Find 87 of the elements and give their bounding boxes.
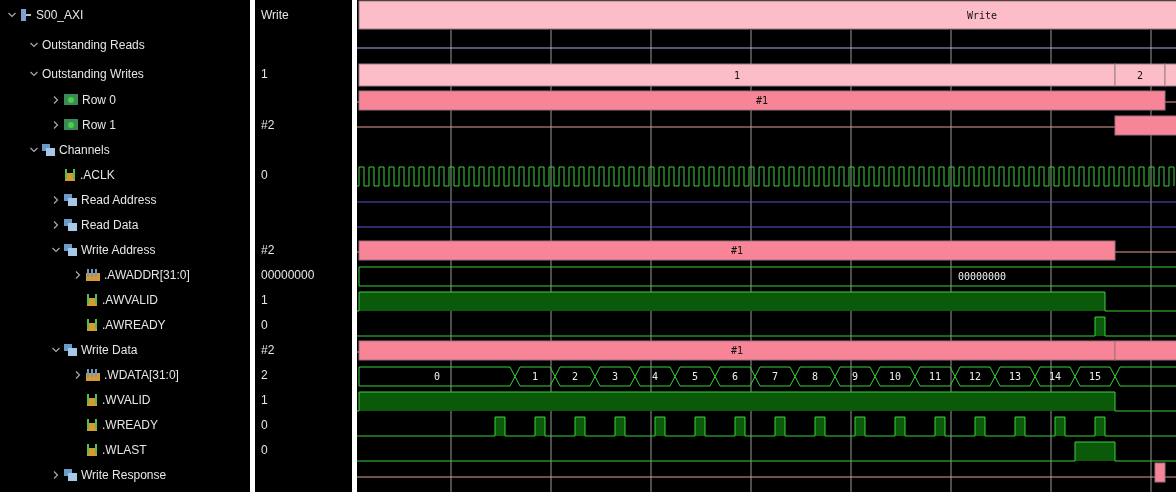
- bus-value: 9: [852, 371, 858, 382]
- interface-icon: [20, 9, 32, 21]
- signal-icon: [86, 293, 98, 306]
- signal-icon: [86, 443, 98, 456]
- row-icon: [64, 119, 78, 130]
- signal-name[interactable]: Write Data: [81, 342, 138, 357]
- group-icon: [42, 143, 55, 156]
- count-label: 1: [734, 70, 740, 81]
- group-icon: [64, 218, 77, 231]
- chevron-right-icon[interactable]: [74, 370, 82, 379]
- transaction-label: #1: [731, 245, 743, 256]
- bus-value: 13: [1009, 371, 1021, 382]
- signal-value: 1: [260, 292, 268, 307]
- signal-name[interactable]: .WLAST: [102, 442, 147, 457]
- signal-icon: [64, 168, 76, 181]
- signal-value: 00000000: [260, 267, 315, 282]
- chevron-right-icon[interactable]: [74, 270, 82, 279]
- chevron-down-icon[interactable]: [30, 41, 38, 49]
- bus-value: 6: [732, 371, 738, 382]
- signal-name[interactable]: Channels: [59, 142, 110, 157]
- signal-name[interactable]: Outstanding Writes: [42, 66, 144, 81]
- chevron-right-icon[interactable]: [52, 120, 60, 129]
- bus-value: 8: [812, 371, 818, 382]
- signal-icon: [86, 318, 98, 331]
- signal-value: #2: [260, 242, 275, 257]
- bus-value: 0: [434, 371, 440, 382]
- signal-name[interactable]: Write Address: [81, 242, 156, 257]
- chevron-down-icon[interactable]: [8, 11, 16, 19]
- bus-value: 3: [612, 371, 618, 382]
- signal-value: #2: [260, 117, 275, 132]
- signal-value: 0: [260, 442, 268, 457]
- bus-value: 12: [969, 371, 981, 382]
- count-label: 2: [1137, 70, 1143, 81]
- signal-name[interactable]: Outstanding Reads: [42, 38, 145, 52]
- transaction-label: #1: [756, 95, 768, 106]
- chevron-right-icon[interactable]: [52, 195, 60, 204]
- signal-name[interactable]: .AWADDR[31:0]: [104, 267, 190, 282]
- bus-value: 1: [532, 371, 538, 382]
- signal-name[interactable]: S00_AXI: [36, 8, 84, 22]
- bus-value: 2: [572, 371, 578, 382]
- signal-name[interactable]: .AWVALID: [102, 292, 158, 307]
- signal-value: Write: [260, 8, 289, 22]
- signal-name[interactable]: .WVALID: [102, 392, 151, 407]
- transaction-label: Write: [966, 10, 998, 21]
- group-icon: [64, 468, 77, 481]
- bus-value: 5: [692, 371, 698, 382]
- signal-name[interactable]: Row 1: [82, 117, 116, 132]
- bus-value: 15: [1089, 371, 1101, 382]
- transaction-bar: [1114, 115, 1176, 136]
- bus-value: 10: [889, 371, 901, 382]
- bus-value: 4: [652, 371, 658, 382]
- bus-icon: [86, 368, 100, 381]
- signal-name[interactable]: .AWREADY: [102, 317, 166, 332]
- group-icon: [64, 193, 77, 206]
- chevron-right-icon[interactable]: [52, 95, 60, 104]
- signal-value: 0: [260, 167, 268, 182]
- bus-icon: [86, 268, 100, 281]
- signal-value: 0: [260, 317, 268, 332]
- group-icon: [64, 243, 77, 256]
- row-icon: [64, 94, 78, 105]
- chevron-down-icon[interactable]: [52, 345, 60, 354]
- bus-value: 00000000: [957, 271, 1007, 282]
- signal-name[interactable]: Read Address: [81, 192, 157, 207]
- group-icon: [64, 343, 77, 356]
- signal-icon: [86, 393, 98, 406]
- signal-value: 2: [260, 367, 268, 382]
- transaction-label: #1: [731, 345, 743, 356]
- signal-icon: [86, 418, 98, 431]
- bus-value: 14: [1049, 371, 1061, 382]
- signal-name[interactable]: Write Response: [81, 467, 167, 482]
- signal-value: #2: [260, 342, 275, 357]
- chevron-down-icon[interactable]: [30, 69, 38, 78]
- signal-name[interactable]: .WREADY: [102, 417, 158, 432]
- bus-value: 7: [772, 371, 778, 382]
- transaction-bar: [1154, 462, 1166, 483]
- signal-value: 0: [260, 417, 268, 432]
- signal-name[interactable]: .WDATA[31:0]: [104, 367, 179, 382]
- bus-value: 11: [929, 371, 941, 382]
- chevron-right-icon[interactable]: [52, 220, 60, 229]
- signal-value: 1: [260, 392, 268, 407]
- chevron-down-icon[interactable]: [30, 145, 38, 154]
- signal-name[interactable]: Read Data: [81, 217, 139, 232]
- chevron-down-icon[interactable]: [52, 245, 60, 254]
- signal-value: 1: [260, 66, 268, 81]
- signal-name[interactable]: Row 0: [82, 92, 116, 107]
- signal-name[interactable]: .ACLK: [80, 167, 115, 182]
- chevron-right-icon[interactable]: [52, 470, 60, 479]
